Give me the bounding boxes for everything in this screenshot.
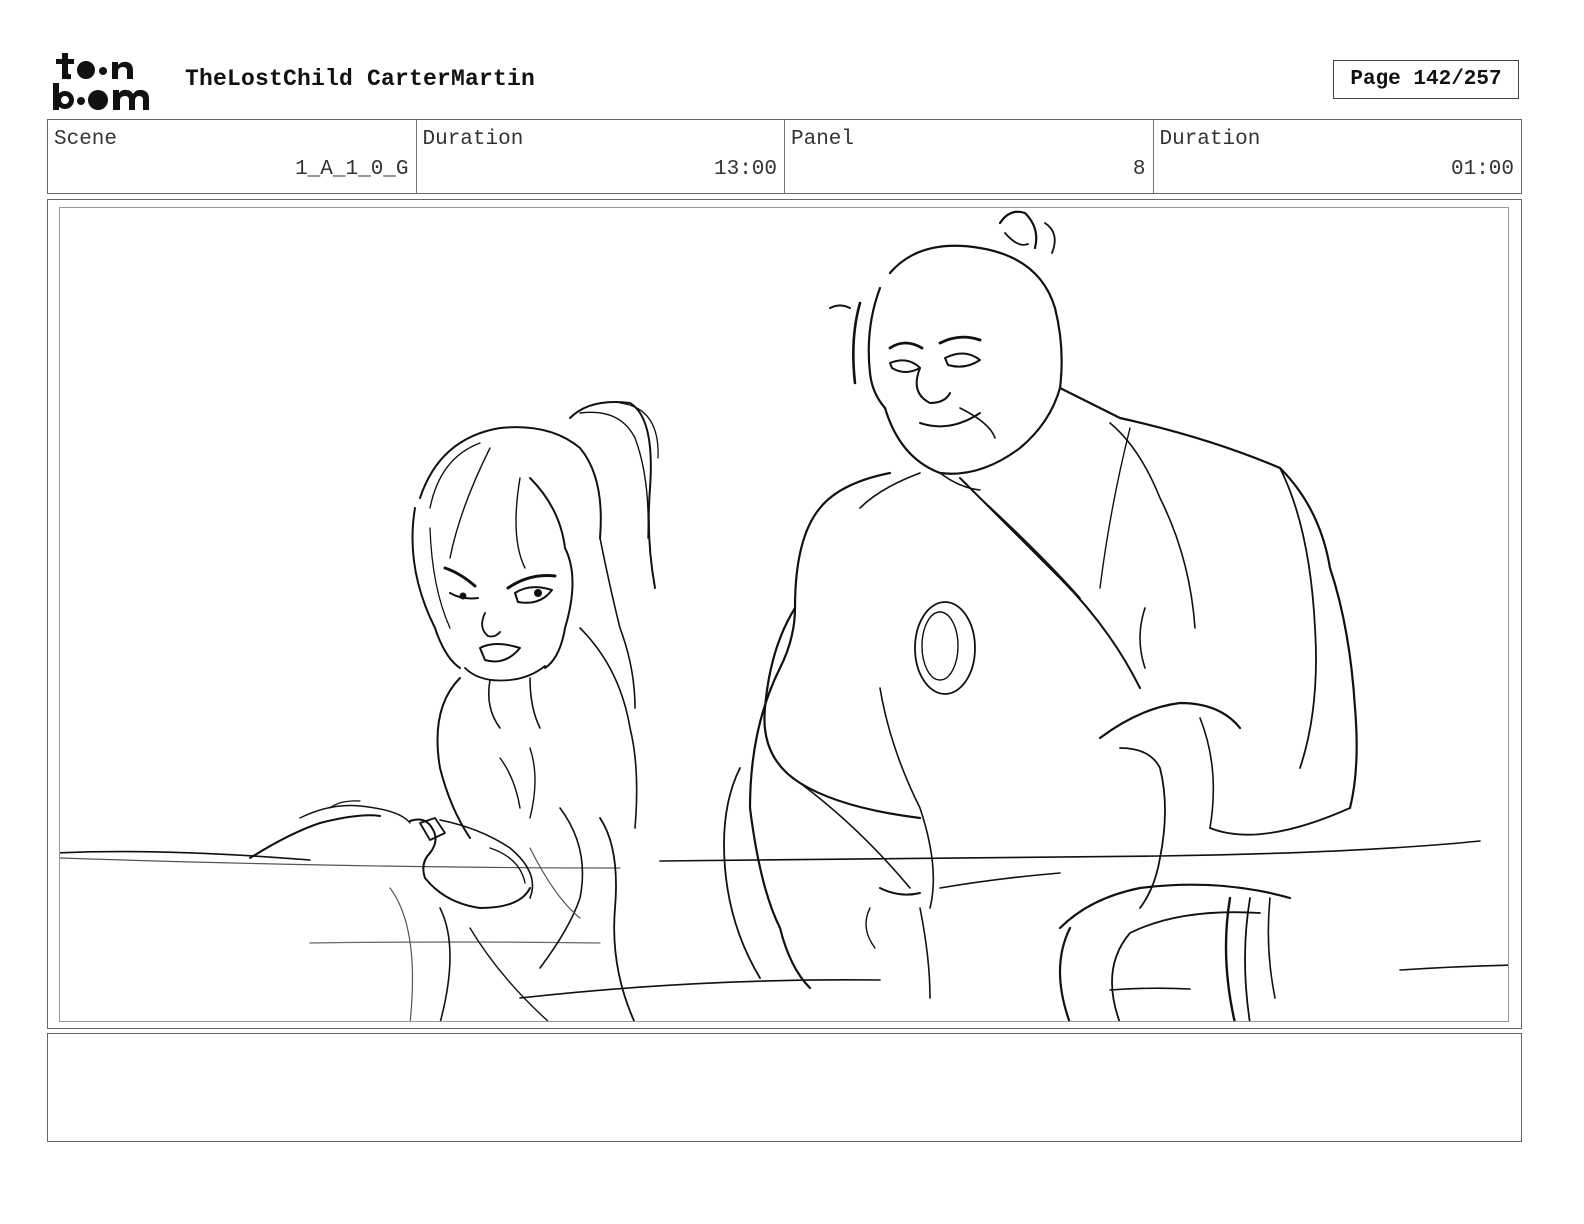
- page-counter: Page 142/257: [1333, 60, 1519, 99]
- panel-notes-box: [47, 1033, 1522, 1142]
- panel-frame: [47, 199, 1522, 1029]
- panel-duration-value: 01:00: [1450, 158, 1514, 181]
- panel-cell: Panel 8: [785, 120, 1154, 193]
- panel-duration-cell: Duration 01:00: [1154, 120, 1522, 193]
- scene-duration-cell: Duration 13:00: [417, 120, 785, 193]
- project-title: TheLostChild CarterMartin: [185, 66, 536, 92]
- scene-duration-label: Duration: [422, 128, 524, 151]
- panel-value: 8: [1132, 158, 1146, 181]
- scene-info-table: Scene 1_A_1_0_G Duration 13:00 Panel 8 D…: [47, 119, 1522, 194]
- scene-cell: Scene 1_A_1_0_G: [48, 120, 417, 193]
- toon-boom-logo: [51, 50, 163, 112]
- scene-label: Scene: [54, 128, 118, 151]
- scene-duration-value: 13:00: [713, 158, 777, 181]
- panel-label: Panel: [791, 128, 855, 151]
- scene-value: 1_A_1_0_G: [295, 158, 409, 181]
- panel-duration-label: Duration: [1159, 128, 1261, 151]
- storyboard-sketch: [59, 207, 1509, 1022]
